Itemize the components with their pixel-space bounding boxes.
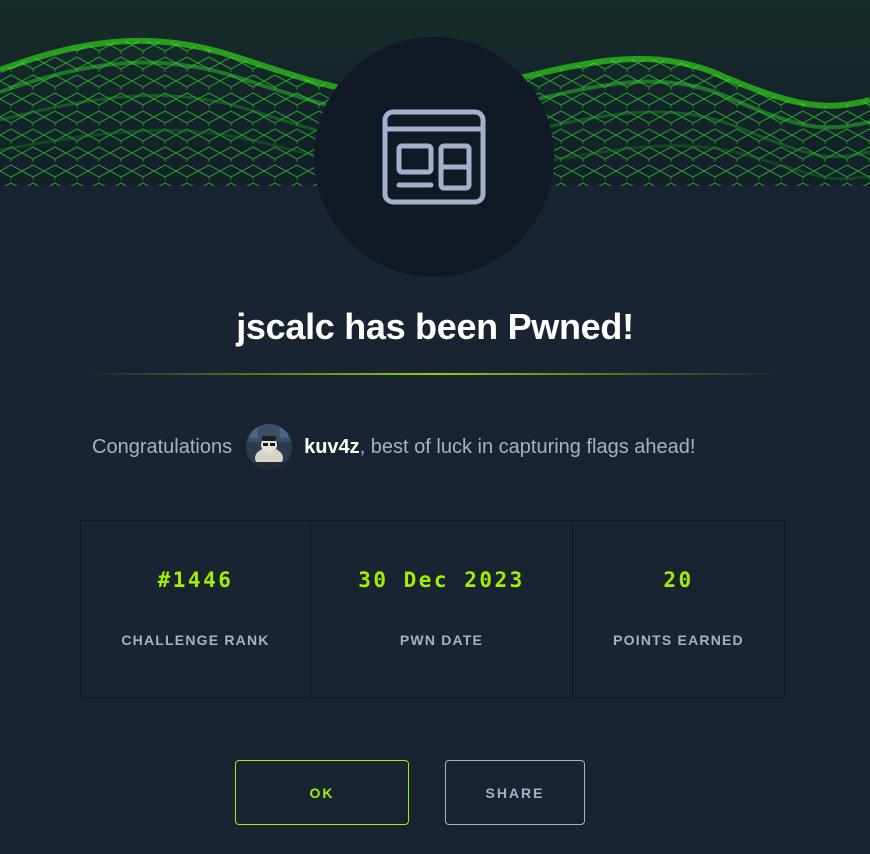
stats-panel: #1446 CHALLENGE RANK 30 Dec 2023 PWN DAT…	[80, 520, 785, 698]
browser-window-icon	[382, 109, 486, 205]
user-avatar[interactable]	[246, 424, 293, 470]
challenge-icon-circle	[314, 37, 554, 277]
congrats-prefix: Congratulations	[92, 435, 233, 458]
stat-pwn-date: 30 Dec 2023 PWN DATE	[311, 521, 573, 697]
stat-label: POINTS EARNED	[613, 632, 744, 648]
share-button[interactable]: SHARE	[445, 760, 585, 825]
stat-value: 30 Dec 2023	[358, 568, 525, 592]
username[interactable]: kuv4z	[304, 436, 360, 459]
stat-label: PWN DATE	[399, 632, 484, 648]
pwned-dialog: jscalc has been Pwned! Congratulations k…	[0, 0, 870, 854]
title-divider	[84, 373, 784, 375]
stat-label: CHALLENGE RANK	[121, 632, 270, 648]
ok-button[interactable]: OK	[235, 760, 409, 825]
congrats-message: Congratulations kuv4z , best of luck in …	[92, 424, 695, 470]
dialog-title: jscalc has been Pwned!	[236, 306, 634, 347]
congrats-suffix: , best of luck in capturing flags ahead!	[359, 435, 696, 458]
stat-value: #1446	[157, 568, 234, 592]
stat-challenge-rank: #1446 CHALLENGE RANK	[81, 521, 311, 697]
stat-value: 20	[663, 568, 694, 592]
stat-points-earned: 20 POINTS EARNED	[573, 521, 784, 697]
